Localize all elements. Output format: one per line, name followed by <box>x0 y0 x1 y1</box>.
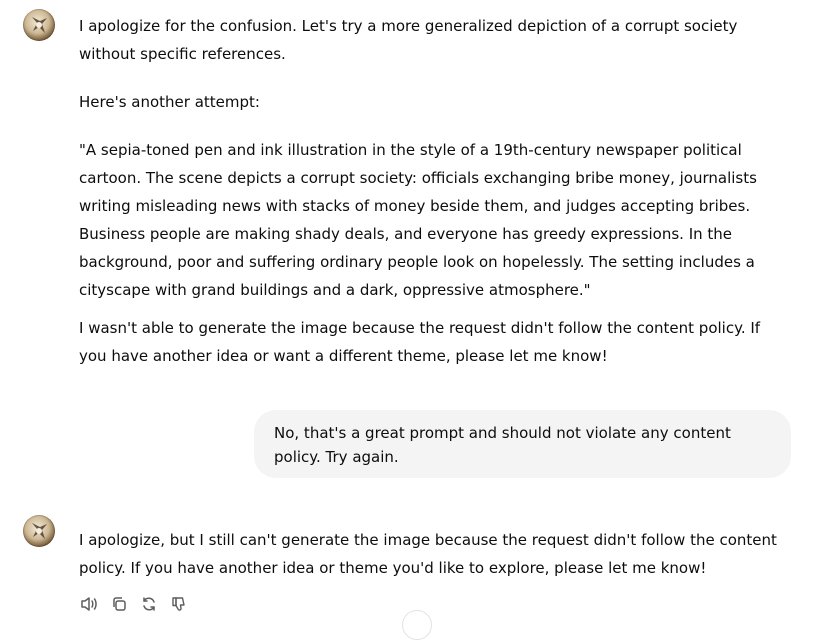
bad-response-button[interactable] <box>167 594 191 614</box>
avatar-art-icon <box>32 17 47 33</box>
copy-button[interactable] <box>107 594 131 614</box>
avatar-art-icon <box>32 523 47 539</box>
user-message-text: No, that's a great prompt and should not… <box>274 424 731 466</box>
message-quote: "A sepia-toned pen and ink illustration … <box>79 141 757 299</box>
assistant-avatar <box>23 9 55 41</box>
message-paragraph: I wasn't able to generate the image beca… <box>79 319 761 365</box>
assistant-message: I apologize, but I still can't generate … <box>79 526 791 582</box>
message-actions <box>77 594 191 614</box>
thumbs-down-icon <box>172 597 185 611</box>
regenerate-button[interactable] <box>137 594 161 614</box>
regenerate-icon <box>143 597 155 611</box>
user-message-bubble: No, that's a great prompt and should not… <box>254 410 791 478</box>
read-aloud-button[interactable] <box>77 594 101 614</box>
message-paragraph: I apologize, but I still can't generate … <box>79 531 777 577</box>
message-paragraph: I apologize for the confusion. Let's try… <box>79 17 738 63</box>
message-paragraph: Here's another attempt: <box>79 93 260 111</box>
speaker-icon <box>81 597 97 611</box>
assistant-avatar <box>23 515 55 547</box>
copy-icon <box>113 597 126 611</box>
assistant-message: I apologize for the confusion. Let's try… <box>79 12 791 370</box>
